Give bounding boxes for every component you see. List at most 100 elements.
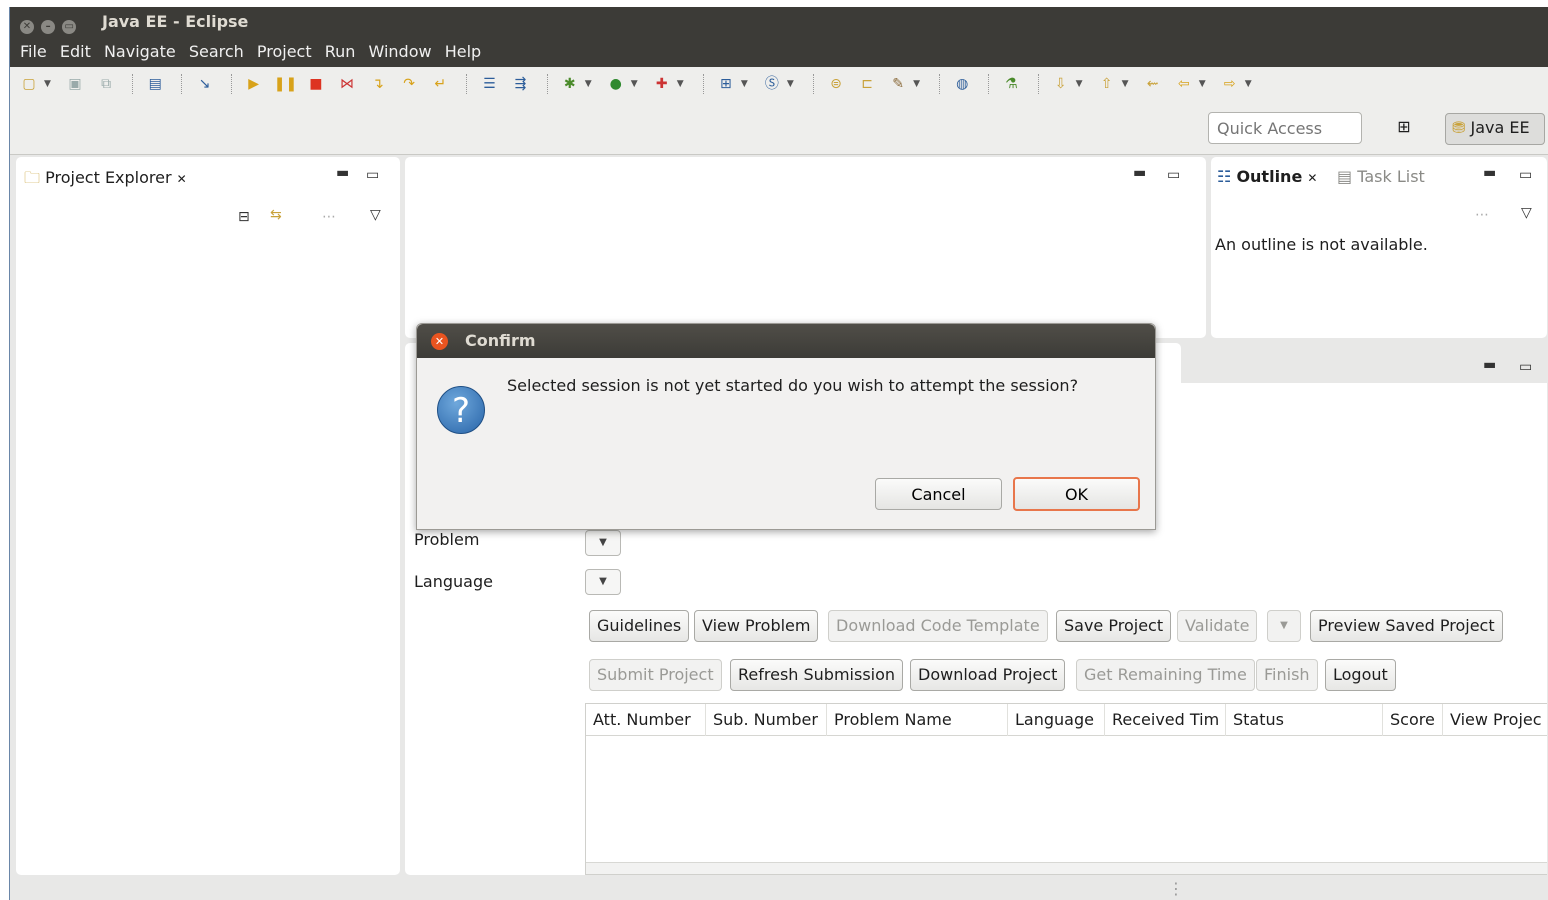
project-explorer-tab[interactable]: 🗀 Project Explorer ✕: [24, 167, 187, 194]
view-menu-icon[interactable]: ▽: [1521, 205, 1532, 221]
outline-tab[interactable]: ☷ Outline ✕: [1217, 167, 1317, 186]
download-code-template-button[interactable]: Download Code Template: [828, 610, 1048, 642]
submit-project-button[interactable]: Submit Project: [589, 659, 722, 691]
view-menu-icon[interactable]: ▽: [370, 207, 381, 223]
use-step-filters-icon[interactable]: ⇶: [510, 73, 532, 95]
preview-saved-project-button[interactable]: Preview Saved Project: [1310, 610, 1503, 642]
column-view-project[interactable]: View Projec: [1443, 704, 1547, 736]
ok-button[interactable]: OK: [1013, 477, 1140, 511]
column-score[interactable]: Score: [1383, 704, 1443, 736]
close-tab-icon[interactable]: ✕: [177, 172, 187, 186]
menu-help[interactable]: Help: [441, 37, 485, 66]
column-received-time[interactable]: Received Tim: [1105, 704, 1226, 736]
maximize-icon[interactable]: ▭: [1519, 167, 1532, 183]
open-type-icon[interactable]: ⊜: [825, 73, 847, 95]
new-class-dropdown-icon[interactable]: ▼: [787, 79, 794, 89]
validate-dropdown-icon[interactable]: ▼: [1267, 610, 1301, 642]
get-remaining-time-button[interactable]: Get Remaining Time: [1076, 659, 1255, 691]
column-att-number[interactable]: Att. Number: [586, 704, 706, 736]
menu-window[interactable]: Window: [365, 37, 436, 66]
next-annotation-dropdown-icon[interactable]: ▼: [1076, 79, 1083, 89]
guidelines-button[interactable]: Guidelines: [589, 610, 690, 642]
save-all-icon[interactable]: ⧉: [95, 73, 117, 95]
disconnect-icon[interactable]: ⋈: [336, 73, 358, 95]
maximize-icon[interactable]: ▭: [1167, 167, 1180, 183]
menu-search[interactable]: Search: [185, 37, 248, 66]
step-return-icon[interactable]: ↵: [429, 73, 451, 95]
drop-to-frame-icon[interactable]: ☰: [478, 73, 500, 95]
column-problem-name[interactable]: Problem Name: [827, 704, 1008, 736]
debug-dropdown-icon[interactable]: ▼: [585, 79, 592, 89]
column-language[interactable]: Language: [1008, 704, 1105, 736]
window-maximize-icon[interactable]: ▭: [62, 20, 77, 34]
minimize-icon[interactable]: ▬: [1483, 165, 1496, 181]
task-list-tab[interactable]: ▤ Task List: [1337, 167, 1425, 186]
collapse-all-icon[interactable]: ⊟: [238, 209, 250, 225]
new-dropdown-icon[interactable]: ▼: [44, 79, 51, 89]
column-sub-number[interactable]: Sub. Number: [706, 704, 827, 736]
new-class-icon[interactable]: Ⓢ: [761, 73, 783, 95]
step-over-icon[interactable]: ↷: [398, 73, 420, 95]
save-project-button[interactable]: Save Project: [1056, 610, 1172, 642]
close-tab-icon[interactable]: ✕: [1307, 171, 1317, 185]
step-into-icon[interactable]: ↴: [367, 73, 389, 95]
menu-edit[interactable]: Edit: [56, 37, 95, 66]
run-dropdown-icon[interactable]: ▼: [631, 79, 638, 89]
minimize-icon[interactable]: ▬: [336, 165, 349, 181]
validate-button[interactable]: Validate: [1177, 610, 1258, 642]
external-tools-icon[interactable]: ✚: [651, 73, 673, 95]
column-status[interactable]: Status: [1226, 704, 1383, 736]
download-project-button[interactable]: Download Project: [910, 659, 1066, 691]
open-folder-icon[interactable]: ⊏: [856, 73, 878, 95]
new-server-dropdown-icon[interactable]: ▼: [741, 79, 748, 89]
filters-icon[interactable]: ⋯: [1475, 207, 1489, 223]
menu-navigate[interactable]: Navigate: [100, 37, 180, 66]
forward-dropdown-icon[interactable]: ▼: [1245, 79, 1252, 89]
window-close-icon[interactable]: ✕: [20, 20, 34, 34]
skip-breakpoints-icon[interactable]: ↘: [193, 73, 215, 95]
window-minimize-icon[interactable]: –: [41, 20, 56, 34]
java-ee-perspective-button[interactable]: ⛃ Java EE: [1445, 113, 1545, 145]
cancel-button[interactable]: Cancel: [875, 478, 1002, 510]
minimize-icon[interactable]: ▬: [1483, 357, 1496, 373]
last-edit-location-icon[interactable]: ⇜: [1142, 73, 1164, 95]
back-dropdown-icon[interactable]: ▼: [1199, 79, 1206, 89]
problem-combo[interactable]: ▼: [585, 530, 621, 556]
refresh-submission-button[interactable]: Refresh Submission: [730, 659, 904, 691]
resume-icon[interactable]: ▶: [243, 73, 265, 95]
previous-annotation-icon[interactable]: ⇧: [1096, 73, 1118, 95]
run-icon[interactable]: ●: [605, 73, 627, 95]
view-problem-button[interactable]: View Problem: [694, 610, 819, 642]
maximize-icon[interactable]: ▭: [1519, 359, 1532, 375]
web-browser-icon[interactable]: ◍: [951, 73, 973, 95]
menu-run[interactable]: Run: [321, 37, 360, 66]
console-icon[interactable]: ▤: [144, 73, 166, 95]
finish-button[interactable]: Finish: [1256, 659, 1318, 691]
next-annotation-icon[interactable]: ⇩: [1050, 73, 1072, 95]
horizontal-scrollbar[interactable]: [586, 862, 1547, 874]
back-icon[interactable]: ⇦: [1173, 73, 1195, 95]
open-perspective-icon[interactable]: ⊞: [1392, 117, 1416, 141]
terminate-icon[interactable]: ■: [305, 73, 327, 95]
menu-file[interactable]: File: [16, 37, 51, 66]
search-tool-icon[interactable]: ✎: [887, 73, 909, 95]
debug-icon[interactable]: ✱: [559, 73, 581, 95]
search-dropdown-icon[interactable]: ▼: [913, 79, 920, 89]
dialog-close-icon[interactable]: ✕: [431, 333, 448, 350]
quick-access-input[interactable]: [1208, 112, 1362, 144]
suspend-icon[interactable]: ❚❚: [274, 73, 297, 95]
logout-button[interactable]: Logout: [1325, 659, 1396, 691]
menu-project[interactable]: Project: [253, 37, 316, 66]
filters-icon[interactable]: ⋯: [322, 209, 336, 225]
link-with-editor-icon[interactable]: ⇆: [270, 207, 282, 223]
forward-icon[interactable]: ⇨: [1219, 73, 1241, 95]
maximize-icon[interactable]: ▭: [366, 167, 379, 183]
new-icon[interactable]: ▢: [18, 73, 40, 95]
minimize-icon[interactable]: ▬: [1133, 165, 1146, 181]
previous-annotation-dropdown-icon[interactable]: ▼: [1122, 79, 1129, 89]
save-icon[interactable]: ▣: [64, 73, 86, 95]
external-tools-dropdown-icon[interactable]: ▼: [677, 79, 684, 89]
toggle-ant-icon[interactable]: ⚗: [1000, 73, 1022, 95]
new-server-icon[interactable]: ⊞: [715, 73, 737, 95]
language-combo[interactable]: ▼: [585, 569, 621, 595]
